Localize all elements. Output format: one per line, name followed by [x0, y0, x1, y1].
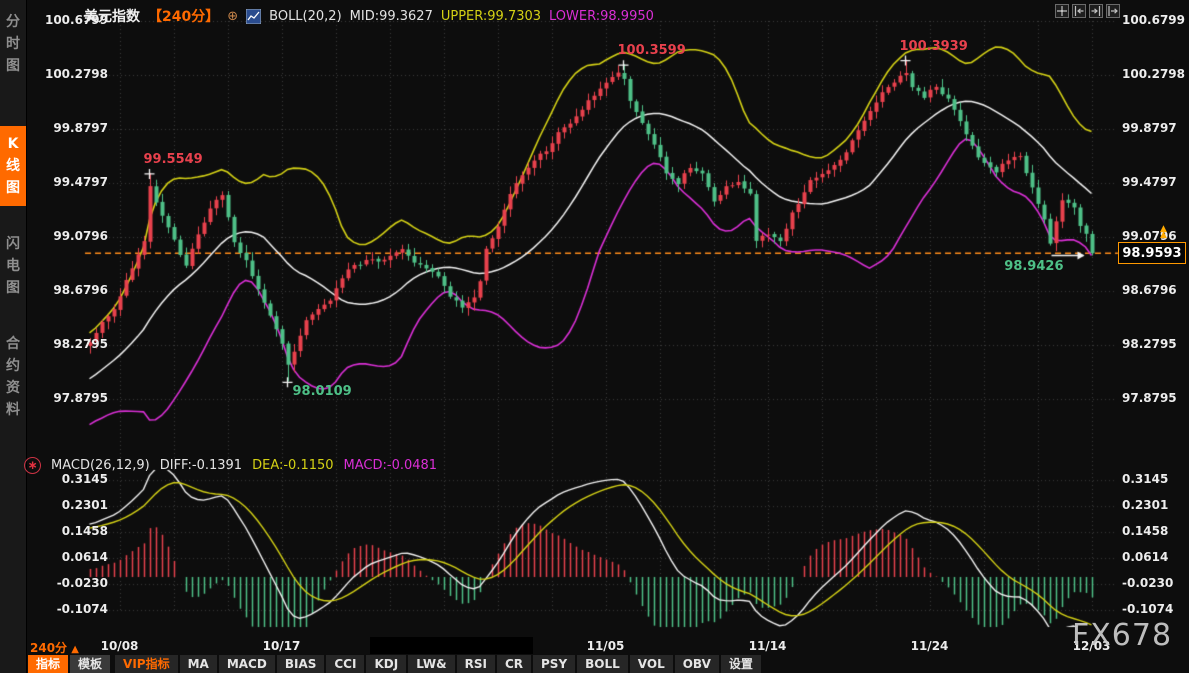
current-price-box: 98.9593: [1118, 242, 1186, 264]
sidebar-tab-4[interactable]: 合约资料: [0, 326, 26, 428]
price-axis-label: 99.0796: [30, 229, 108, 243]
macd-axis-label: 0.2301: [1122, 498, 1189, 512]
price-annotation: 98.9426: [1004, 259, 1064, 274]
symbol-title: 美元指数: [84, 6, 140, 26]
toolbar-button-RSI[interactable]: RSI: [457, 655, 495, 673]
chart-canvas[interactable]: [0, 0, 1189, 673]
price-axis-label: 98.6796: [1122, 283, 1189, 297]
toolbar-button-BIAS[interactable]: BIAS: [277, 655, 325, 673]
price-axis-label: 97.8795: [30, 391, 108, 405]
link-icon[interactable]: ⊕: [227, 9, 238, 24]
toolbar-button-MA[interactable]: MA: [180, 655, 217, 673]
sidebar-tab-1[interactable]: 分时图: [0, 4, 26, 84]
price-axis-label: 99.4797: [1122, 175, 1189, 189]
sidebar: 分时图 K线图闪电图合约资料: [0, 0, 27, 673]
boll-lower-value: LOWER:98.9950: [549, 9, 654, 24]
toolbar-button-OBV[interactable]: OBV: [675, 655, 719, 673]
price-axis-label: 99.8797: [30, 121, 108, 135]
macd-axis-label: 0.0614: [1122, 550, 1189, 564]
period-tag[interactable]: 【240分】: [148, 6, 219, 26]
current-price-value: 98.9593: [1122, 246, 1181, 261]
price-annotation: 100.3939: [900, 39, 968, 54]
price-axis-label: 98.2795: [30, 337, 108, 351]
macd-axis-label: 0.2301: [30, 498, 108, 512]
macd-axis-label: 0.3145: [1122, 472, 1189, 486]
macd-dea-value: DEA:-0.1150: [252, 458, 333, 473]
date-label: 11/05: [578, 639, 634, 653]
view-controls: [1055, 4, 1120, 18]
toolbar-button-设置[interactable]: 设置: [721, 655, 761, 673]
macd-diff-value: DIFF:-0.1391: [160, 458, 242, 473]
macd-axis-label: 0.1458: [1122, 524, 1189, 538]
macd-axis-label: -0.1074: [1122, 602, 1189, 616]
chart-type-icon[interactable]: [246, 9, 261, 24]
price-axis-label: 100.2798: [30, 67, 108, 81]
price-axis-label: 100.6799: [1122, 13, 1189, 27]
price-axis-label: 97.8795: [1122, 391, 1189, 405]
chart-header: 美元指数 【240分】 ⊕ BOLL(20,2) MID:99.3627 UPP…: [84, 6, 654, 26]
boll-mid-value: MID:99.3627: [350, 9, 433, 24]
toolbar-button-KDJ[interactable]: KDJ: [366, 655, 406, 673]
price-axis-label: 100.2798: [1122, 67, 1189, 81]
macd-header: ∗ MACD(26,12,9) DIFF:-0.1391 DEA:-0.1150…: [24, 457, 437, 474]
toolbar-button-BOLL[interactable]: BOLL: [577, 655, 628, 673]
price-annotation: 98.0109: [293, 384, 352, 399]
toolbar-button-指标[interactable]: 指标: [28, 655, 68, 673]
macd-hist-value: MACD:-0.0481: [344, 458, 438, 473]
period-dropdown-arrow: ▲: [71, 644, 79, 655]
toolbar-button-VIP指标[interactable]: VIP指标: [115, 655, 178, 673]
compress-axis-right-icon[interactable]: [1089, 4, 1103, 18]
price-up-arrows-icon: ▲▲: [1160, 226, 1167, 238]
price-axis-label: 98.2795: [1122, 337, 1189, 351]
period-selector[interactable]: 240分 ▲: [30, 639, 79, 656]
toolbar-button-PSY[interactable]: PSY: [533, 655, 575, 673]
toolbar-button-模板[interactable]: 模板: [70, 655, 110, 673]
pan-crosshair-icon[interactable]: [1055, 4, 1069, 18]
toolbar-button-VOL[interactable]: VOL: [630, 655, 673, 673]
macd-axis-label: -0.1074: [30, 602, 108, 616]
price-annotation: 100.3599: [618, 43, 686, 58]
sidebar-tab-3[interactable]: 闪电图: [0, 226, 26, 306]
boll-indicator-label: BOLL(20,2): [269, 9, 342, 24]
macd-title: MACD(26,12,9): [51, 458, 150, 473]
boll-upper-value: UPPER:99.7303: [441, 9, 541, 24]
toolbar-button-CR[interactable]: CR: [497, 655, 531, 673]
macd-axis-label: 0.3145: [30, 472, 108, 486]
watermark: FX678: [1072, 618, 1172, 653]
macd-axis-label: -0.0230: [30, 576, 108, 590]
price-annotation: 99.5549: [144, 152, 203, 167]
date-label: 11/14: [740, 639, 796, 653]
toolbar-button-LW&[interactable]: LW&: [408, 655, 454, 673]
price-axis-label: 99.0796: [1122, 229, 1189, 243]
trading-terminal: 分时图 K线图闪电图合约资料 美元指数 【240分】 ⊕ BOLL(20,2) M…: [0, 0, 1189, 673]
toolbar-button-MACD[interactable]: MACD: [219, 655, 275, 673]
redacted-box: [370, 637, 533, 654]
price-axis-label: 99.4797: [30, 175, 108, 189]
indicator-settings-icon[interactable]: ∗: [24, 457, 41, 474]
date-label: 10/17: [254, 639, 310, 653]
date-label: 10/08: [92, 639, 148, 653]
price-axis-label: 98.6796: [30, 283, 108, 297]
indicator-toolbar: 指标模板 VIP指标MAMACDBIASCCIKDJLW&RSICRPSYBOLL…: [28, 655, 761, 673]
price-axis-label: 99.8797: [1122, 121, 1189, 135]
compress-axis-left-icon[interactable]: [1072, 4, 1086, 18]
sidebar-tab-2[interactable]: K线图: [0, 126, 26, 206]
shift-right-icon[interactable]: [1106, 4, 1120, 18]
macd-axis-label: 0.0614: [30, 550, 108, 564]
macd-axis-label: 0.1458: [30, 524, 108, 538]
toolbar-button-CCI[interactable]: CCI: [326, 655, 364, 673]
date-label: 11/24: [902, 639, 958, 653]
macd-axis-label: -0.0230: [1122, 576, 1189, 590]
